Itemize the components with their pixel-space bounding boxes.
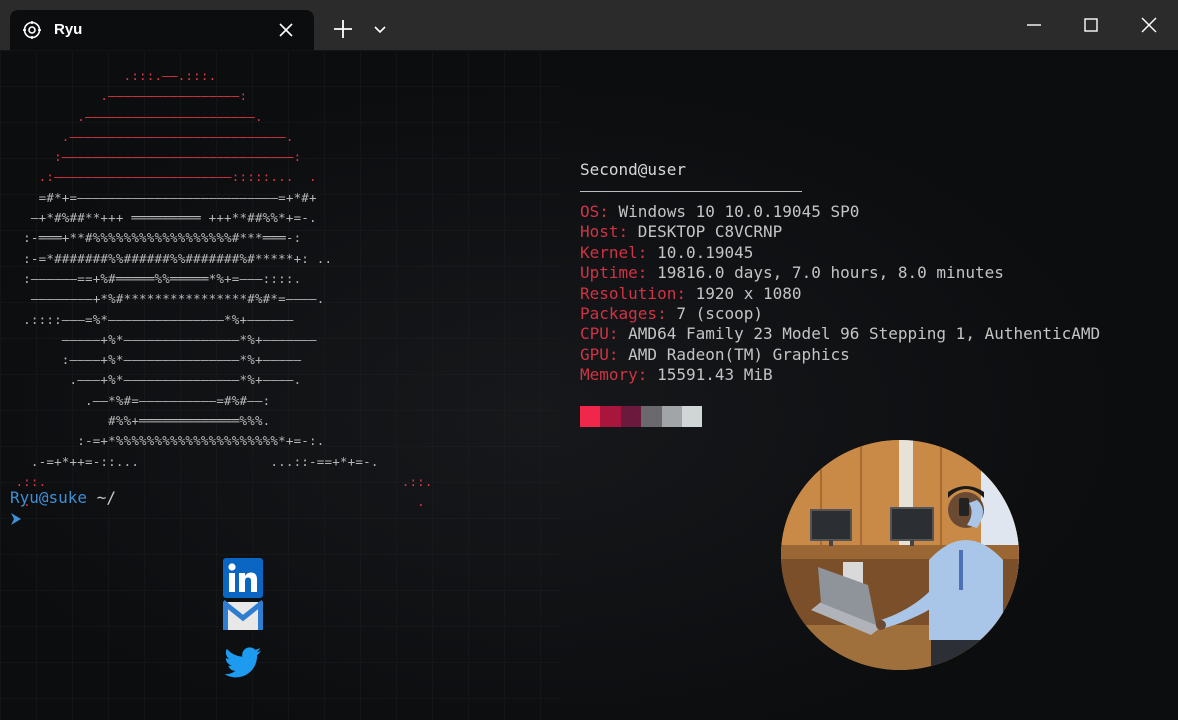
sysinfo-value: AMD Radeon(TM) Graphics	[618, 344, 850, 364]
ascii-line: .:::.——.:::.	[0, 68, 217, 83]
sysinfo-row: Packages: 7 (scoop)	[580, 304, 1100, 324]
sysinfo-key: Packages:	[580, 304, 667, 324]
sysinfo-list: OS: Windows 10 10.0.19045 SP0 Host: DESKT…	[580, 202, 1100, 386]
chevron-right-icon	[10, 511, 22, 525]
ascii-line: :-=*#######%%######%%#######%#*****+: ..	[0, 250, 333, 266]
sysinfo-value: 15591.43 MiB	[647, 365, 773, 385]
terminal-body[interactable]: .:::.——.:::. .—————————————————: .——————…	[0, 50, 1178, 720]
twitter-icon[interactable]	[223, 642, 263, 686]
ascii-line: .::::———=%*———————————————*%+——————	[0, 311, 294, 327]
ascii-art: .:::.——.:::. .—————————————————: .——————…	[0, 66, 433, 513]
palette-swatch	[600, 406, 621, 427]
sysinfo-title: Second@user	[580, 160, 686, 179]
ascii-line: .::. .::.	[0, 473, 433, 489]
prompt-user: Ryu@suke	[10, 488, 88, 507]
sysinfo-value: 7 (scoop)	[666, 304, 764, 324]
ascii-line: :————+%*———————————————*%+—————	[0, 352, 302, 368]
sysinfo-row: Resolution: 1920 x 1080	[580, 284, 1100, 304]
ascii-line: .————————————————————————————.	[0, 128, 294, 144]
title-bar: Ryu	[0, 0, 1178, 50]
sysinfo-value: 10.0.19045	[647, 242, 754, 262]
ascii-line: :——————==+%#═════%%═════*%+=———::::.	[0, 270, 302, 286]
sysinfo-key: OS:	[580, 202, 609, 221]
sysinfo-key: Host:	[580, 222, 629, 242]
ascii-line: :——————————————————————————————:	[0, 149, 302, 165]
sysinfo-key: Memory:	[580, 365, 648, 385]
maximize-icon[interactable]	[1068, 10, 1114, 40]
sysinfo-value: 1920 x 1080	[685, 283, 802, 303]
plus-icon[interactable]	[332, 18, 354, 40]
sysinfo-row: CPU: AMD64 Family 23 Model 96 Stepping 1…	[580, 324, 1100, 344]
close-icon[interactable]	[1126, 10, 1172, 40]
sysinfo-key: CPU:	[580, 324, 619, 344]
sysinfo-row: OS: Windows 10 10.0.19045 SP0	[580, 202, 1100, 222]
palette-swatch	[681, 406, 703, 427]
ascii-line: .——*%#=——————————=#%#——:	[0, 392, 271, 408]
sysinfo-value: AMD64 Family 23 Model 96 Stepping 1, Aut…	[618, 324, 1101, 344]
color-palette	[580, 406, 703, 427]
sysinfo-key: GPU:	[580, 344, 619, 364]
ascii-line: .-=+*++=-::... ...::-==+*+=-.	[0, 453, 379, 469]
ascii-line: .———+%*———————————————*%+————.	[0, 372, 302, 388]
chevron-down-icon[interactable]	[372, 22, 388, 38]
terminal-tab[interactable]: Ryu	[10, 10, 314, 50]
mail-icon[interactable]	[221, 600, 265, 634]
avatar	[781, 440, 1019, 670]
ascii-line: —+*#%##**+++ ═════════ +++**##%%*+=-.	[0, 210, 317, 226]
ascii-line: :-=+*%%%%%%%%%%%%%%%%%%%%%*+=-:.	[0, 433, 325, 449]
sysinfo-value: Windows 10 10.0.19045 SP0	[608, 202, 860, 221]
tab-title: Ryu	[54, 21, 83, 38]
sysinfo-key: Kernel:	[580, 242, 648, 262]
sysinfo-key: Uptime:	[580, 263, 648, 283]
ascii-line: —————+%*———————————————*%+———————	[0, 331, 317, 347]
ascii-line: =#*+=——————————————————————————=+*#+	[0, 189, 317, 205]
sysinfo-row: Kernel: 10.0.19045	[580, 243, 1100, 263]
ascii-line: ————————+*%#****************#%#*=————.	[0, 291, 325, 307]
prompt-path: ~/	[87, 488, 116, 507]
minimize-icon[interactable]	[1011, 10, 1057, 40]
sysinfo-row: Uptime: 19816.0 days, 7.0 hours, 8.0 min…	[580, 263, 1100, 283]
gear-icon	[22, 20, 42, 40]
close-tab-icon[interactable]	[278, 22, 294, 38]
ascii-line: .——————————————————————.	[0, 108, 263, 124]
shell-prompt: Ryu@suke ~/	[10, 488, 116, 508]
sysinfo-row: Memory: 15591.43 MiB	[580, 365, 1100, 385]
palette-swatch	[641, 406, 662, 427]
sysinfo-key: Resolution:	[580, 283, 686, 303]
sysinfo-row: Host: DESKTOP C8VCRNP	[580, 222, 1100, 242]
ascii-line: .:———————————————————————:::::... .	[0, 169, 317, 185]
ascii-line: :-═══+**#%%%%%%%%%%%%%%%%%%#***═══-:	[0, 230, 302, 246]
palette-swatch	[620, 406, 642, 427]
ascii-line: .—————————————————:	[0, 88, 248, 104]
ascii-line: #%%+═════════════%%%.	[0, 413, 271, 429]
palette-swatch	[580, 406, 601, 427]
linkedin-icon[interactable]	[223, 558, 263, 598]
sysinfo-row: GPU: AMD Radeon(TM) Graphics	[580, 345, 1100, 365]
palette-swatch	[661, 406, 682, 427]
sysinfo-value: 19816.0 days, 7.0 hours, 8.0 minutes	[647, 263, 1004, 283]
sysinfo-value: DESKTOP C8VCRNP	[628, 222, 783, 242]
divider	[580, 191, 802, 192]
